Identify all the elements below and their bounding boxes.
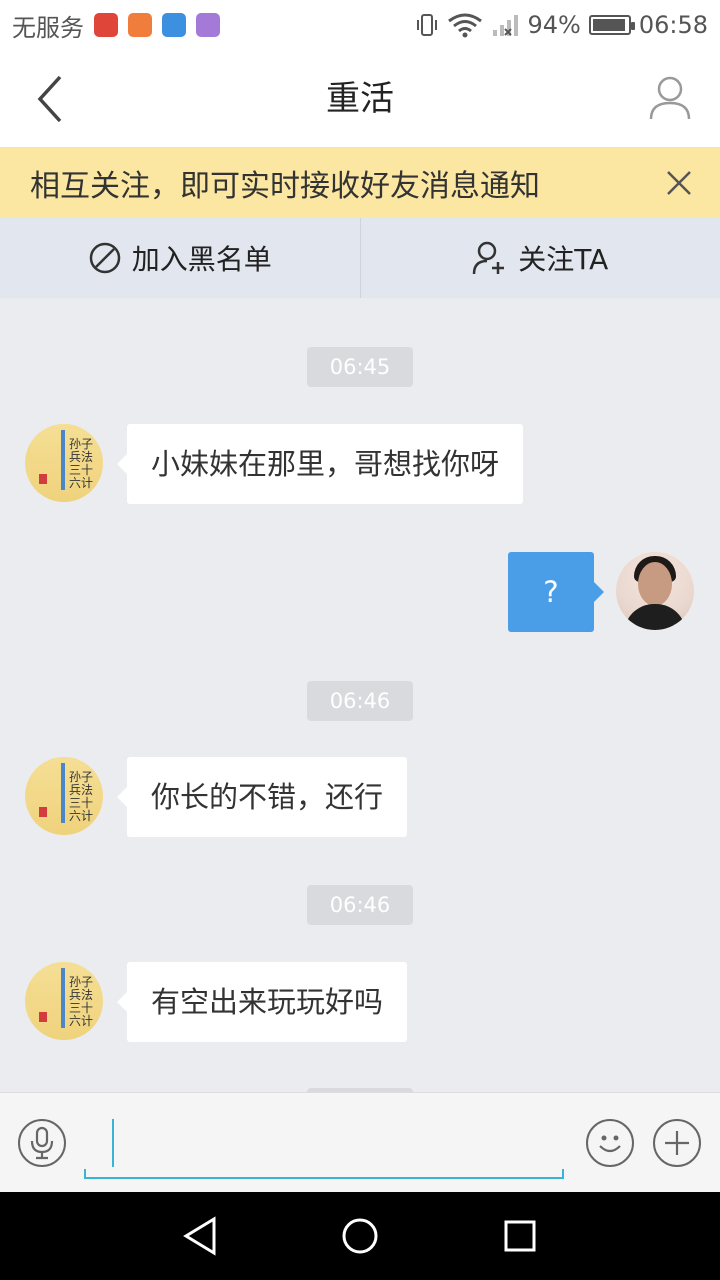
input-bar <box>0 1092 720 1192</box>
user-icon <box>649 76 691 120</box>
book-cover-image: 孙子兵法三十六计 <box>31 757 101 835</box>
plus-icon <box>665 1131 689 1155</box>
follow-button[interactable]: 关注TA <box>359 218 720 298</box>
toutiao-icon <box>94 13 118 37</box>
emoji-button[interactable] <box>586 1119 634 1167</box>
nav-back-button[interactable] <box>178 1214 222 1258</box>
status-right: 94% 06:58 <box>415 11 708 39</box>
follow-notice-banner: 相互关注，即可实时接收好友消息通知 <box>0 148 720 218</box>
vibrate-icon <box>417 14 438 36</box>
close-icon <box>667 171 691 195</box>
action-row: 加入黑名单 关注TA <box>0 218 720 298</box>
shield-app-icon <box>162 13 186 37</box>
chat-header: 重活 <box>0 50 720 148</box>
incoming-message[interactable]: 小妹妹在那里，哥想找你呀 <box>116 424 524 504</box>
voice-button[interactable] <box>18 1119 66 1167</box>
book-title-text: 孙子兵法三十六计 <box>69 770 94 823</box>
add-to-blacklist-button[interactable]: 加入黑名单 <box>0 218 360 298</box>
book-cover-image: 孙子兵法三十六计 <box>31 962 101 1040</box>
nav-recents-icon <box>504 1220 536 1252</box>
book-cover-image: 孙子兵法三十六计 <box>31 424 101 502</box>
add-user-icon <box>472 241 505 275</box>
notice-close-button[interactable] <box>658 162 700 204</box>
contact-avatar[interactable]: 孙子兵法三十六计 <box>25 424 103 502</box>
timestamp-chip: 06:45 <box>307 347 413 387</box>
nav-home-button[interactable] <box>338 1214 382 1258</box>
book-title-text: 孙子兵法三十六计 <box>69 975 94 1028</box>
battery-text: 94% <box>527 11 581 39</box>
profile-button[interactable] <box>646 72 694 124</box>
system-nav-bar <box>0 1192 720 1280</box>
block-icon <box>89 242 120 274</box>
more-button[interactable] <box>653 1119 701 1167</box>
timestamp-chip: 06:46 <box>307 681 413 721</box>
contact-avatar[interactable]: 孙子兵法三十六计 <box>25 757 103 835</box>
battery-fill <box>592 19 625 31</box>
clock-text: 06:58 <box>638 11 708 39</box>
status-bar: 无服务 94% 06:58 <box>0 0 720 50</box>
incoming-message[interactable]: 有空出来玩玩好吗 <box>116 962 408 1042</box>
nav-home-icon <box>342 1218 378 1254</box>
outgoing-message[interactable]: ? <box>508 552 604 632</box>
incoming-message[interactable]: 你长的不错，还行 <box>116 757 408 837</box>
my-avatar[interactable] <box>616 552 694 630</box>
book-title-text: 孙子兵法三十六计 <box>69 437 94 490</box>
smiley-icon <box>599 1135 621 1153</box>
blacklist-label: 加入黑名单 <box>131 243 272 276</box>
signal-icon <box>493 15 519 36</box>
message-input[interactable] <box>84 1115 564 1179</box>
text-caret <box>112 1119 114 1167</box>
app-icon <box>128 13 152 37</box>
carrier-text: 无服务 <box>12 13 84 42</box>
nav-back-icon <box>183 1216 216 1256</box>
contact-avatar[interactable]: 孙子兵法三十六计 <box>25 962 103 1040</box>
gallery-app-icon <box>196 13 220 37</box>
timestamp-chip: 06:46 <box>307 885 413 925</box>
wifi-icon <box>448 13 483 38</box>
follow-label: 关注TA <box>518 243 609 276</box>
page-title: 重活 <box>326 79 394 119</box>
notice-text: 相互关注，即可实时接收好友消息通知 <box>30 169 540 204</box>
battery-icon <box>588 15 635 35</box>
status-left: 无服务 <box>12 8 220 43</box>
microphone-icon <box>30 1126 54 1160</box>
nav-recents-button[interactable] <box>498 1214 542 1258</box>
chat-area[interactable]: 06:45 孙子兵法三十六计 小妹妹在那里，哥想找你呀 ? 06:46 孙子兵法… <box>0 298 720 1092</box>
